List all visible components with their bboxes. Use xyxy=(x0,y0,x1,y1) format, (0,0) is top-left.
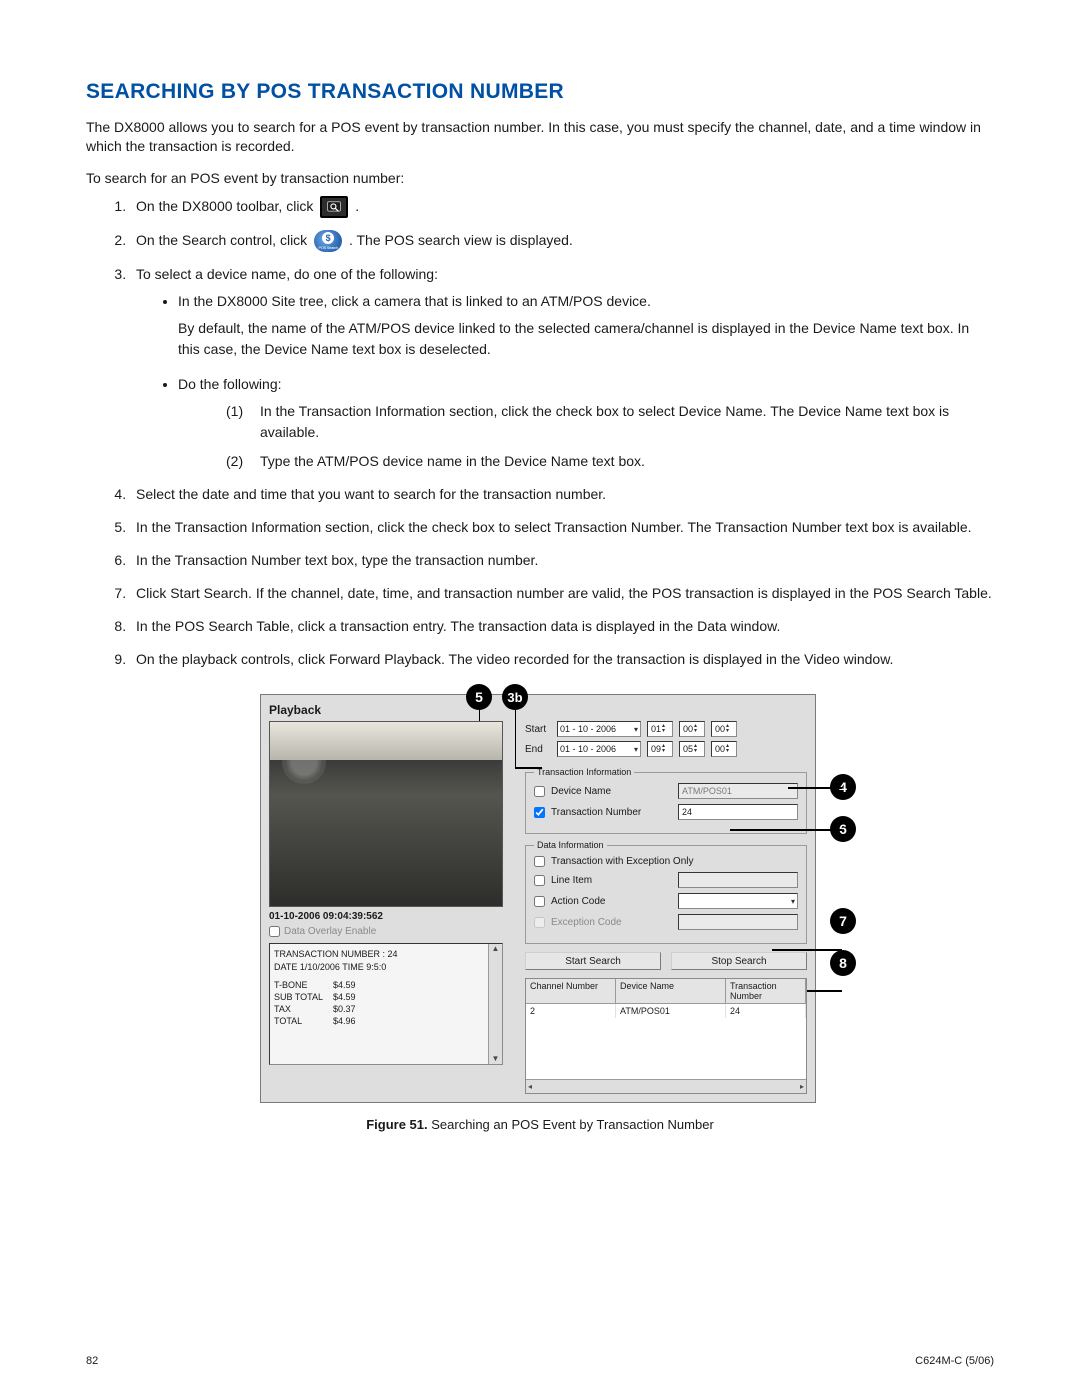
leader-line xyxy=(772,949,842,950)
step-2-text-a: On the Search control, click xyxy=(136,232,311,248)
chevron-down-icon: ▾ xyxy=(634,725,638,734)
data-overlay-checkbox[interactable] xyxy=(269,926,280,937)
horizontal-scrollbar[interactable]: ◂▸ xyxy=(526,1079,806,1093)
figure-caption: Figure 51. Searching an POS Event by Tra… xyxy=(260,1117,820,1132)
callout-5: 5 xyxy=(466,684,492,710)
step-1-text-a: On the DX8000 toolbar, click xyxy=(136,198,317,214)
start-hour-spin[interactable]: 01▴▾ xyxy=(647,721,673,737)
scrollbar[interactable]: ▲▼ xyxy=(488,944,502,1064)
page-heading: Searching by POS Transaction Number xyxy=(86,80,994,104)
callout-8: 8 xyxy=(830,950,856,976)
device-name-input[interactable]: ATM/POS01 xyxy=(678,783,798,799)
intro-paragraph: The DX8000 allows you to search for a PO… xyxy=(86,118,994,156)
pos-search-icon: $ POS Search xyxy=(314,230,342,252)
procedure-list: On the DX8000 toolbar, click . On the Se… xyxy=(86,196,994,671)
callout-7: 7 xyxy=(830,908,856,934)
exception-code-checkbox[interactable] xyxy=(534,917,545,928)
transaction-information-group: Transaction Information Device Name ATM/… xyxy=(525,767,807,834)
pos-search-table[interactable]: Channel Number Device Name Transaction N… xyxy=(525,978,807,1094)
step-9: On the playback controls, click Forward … xyxy=(130,649,994,670)
exception-only-checkbox[interactable] xyxy=(534,856,545,867)
line-item-checkbox[interactable] xyxy=(534,875,545,886)
end-label: End xyxy=(525,744,551,755)
exception-code-input[interactable] xyxy=(678,914,798,930)
action-code-select[interactable]: ▾ xyxy=(678,893,798,909)
start-sec-spin[interactable]: 00▴▾ xyxy=(711,721,737,737)
table-header: Channel Number Device Name Transaction N… xyxy=(526,979,806,1004)
device-name-label: Device Name xyxy=(551,786,672,797)
start-label: Start xyxy=(525,724,551,735)
step-2: On the Search control, click $ POS Searc… xyxy=(130,230,994,252)
step-3-bullet-2: Do the following: (1)In the Transaction … xyxy=(178,374,994,472)
data-information-group: Data Information Transaction with Except… xyxy=(525,840,807,944)
dollar-icon: $ xyxy=(322,232,334,244)
transaction-number-label: Transaction Number xyxy=(551,807,672,818)
leader-line xyxy=(515,710,516,767)
action-code-checkbox[interactable] xyxy=(534,896,545,907)
step-3: To select a device name, do one of the f… xyxy=(130,264,994,472)
substep-1: (1)In the Transaction Information sectio… xyxy=(226,401,994,443)
transaction-number-checkbox[interactable] xyxy=(534,807,545,818)
stop-search-button[interactable]: Stop Search xyxy=(671,952,807,970)
end-hour-spin[interactable]: 09▴▾ xyxy=(647,741,673,757)
panel-title: Playback xyxy=(269,703,807,717)
callout-3b: 3b xyxy=(502,684,528,710)
step-6: In the Transaction Number text box, type… xyxy=(130,550,994,571)
table-row[interactable]: 2 ATM/POS01 24 xyxy=(526,1004,806,1018)
step-3-bullet-1-note: By default, the name of the ATM/POS devi… xyxy=(178,318,994,360)
step-8: In the POS Search Table, click a transac… xyxy=(130,616,994,637)
doc-id: C624M-C (5/06) xyxy=(915,1355,994,1367)
receipt-table: T-BONE$4.59 SUB TOTAL$4.59 TAX$0.37 TOTA… xyxy=(274,979,366,1028)
step-2-text-b: . The POS search view is displayed. xyxy=(349,232,573,248)
transaction-number-input[interactable]: 24 xyxy=(678,804,798,820)
figure-51: 5 3b 4 6 7 8 Playback 01-10-2006 09:04:3… xyxy=(260,694,820,1132)
step-3-bullet-1: In the DX8000 Site tree, click a camera … xyxy=(178,291,994,360)
start-min-spin[interactable]: 00▴▾ xyxy=(679,721,705,737)
step-4: Select the date and time that you want t… xyxy=(130,484,994,505)
lead-in: To search for an POS event by transactio… xyxy=(86,170,994,186)
playback-panel: Playback 01-10-2006 09:04:39:562 Data Ov… xyxy=(260,694,816,1103)
chevron-down-icon: ▾ xyxy=(634,745,638,754)
leader-line xyxy=(730,829,842,830)
search-toolbar-icon xyxy=(320,196,348,218)
leader-line xyxy=(788,787,842,788)
end-min-spin[interactable]: 05▴▾ xyxy=(679,741,705,757)
video-timestamp: 01-10-2006 09:04:39:562 xyxy=(269,911,507,922)
substep-2: (2)Type the ATM/POS device name in the D… xyxy=(226,451,994,472)
line-item-input[interactable] xyxy=(678,872,798,888)
end-date-input[interactable]: 01 - 10 - 2006▾ xyxy=(557,741,641,757)
start-search-button[interactable]: Start Search xyxy=(525,952,661,970)
step-1-text-b: . xyxy=(355,198,359,214)
step-5: In the Transaction Information section, … xyxy=(130,517,994,538)
end-sec-spin[interactable]: 00▴▾ xyxy=(711,741,737,757)
video-preview xyxy=(269,721,503,907)
chevron-down-icon: ▾ xyxy=(791,897,795,906)
step-1: On the DX8000 toolbar, click . xyxy=(130,196,994,218)
step-7: Click Start Search. If the channel, date… xyxy=(130,583,994,604)
page-number: 82 xyxy=(86,1355,98,1367)
data-overlay-label: Data Overlay Enable xyxy=(284,926,376,937)
leader-line xyxy=(515,767,542,768)
start-date-input[interactable]: 01 - 10 - 2006▾ xyxy=(557,721,641,737)
device-name-checkbox[interactable] xyxy=(534,786,545,797)
receipt-data-window: TRANSACTION NUMBER : 24 DATE 1/10/2006 T… xyxy=(269,943,503,1065)
